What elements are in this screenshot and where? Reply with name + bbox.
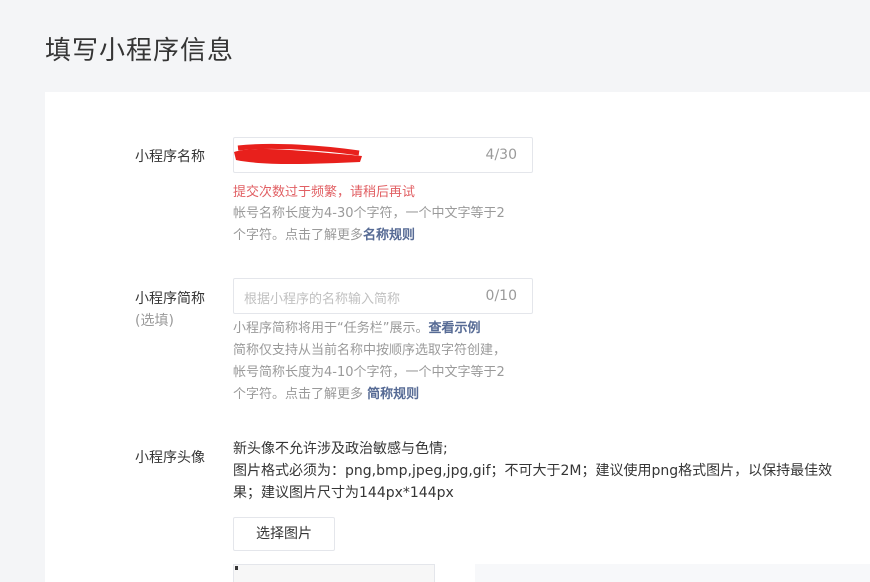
short-name-counter: 0/10	[485, 288, 517, 304]
short-name-hint-text2: 个字符。点击了解更多	[233, 387, 368, 402]
avatar-preview-large	[475, 564, 870, 582]
avatar-label: 小程序头像	[135, 450, 205, 466]
name-hint-text: 个字符。点击了解更多	[233, 228, 364, 243]
avatar-description: 新头像不允许涉及政治敏感与色情; 图片格式必须为：png,bmp,jpeg,jp…	[233, 438, 853, 504]
preview-marker	[235, 566, 238, 570]
short-name-hint-line4: 个字符。点击了解更多 简称规则	[233, 384, 506, 406]
name-hint-line2: 个字符。点击了解更多名称规则	[233, 225, 505, 247]
name-counter: 4/30	[485, 147, 517, 163]
name-hint-line1: 帐号名称长度为4-30个字符，一个中文字等于2	[233, 206, 505, 221]
short-name-hint-text: 小程序简称将用于“任务栏”展示。	[233, 321, 429, 336]
short-name-label: 小程序简称	[135, 291, 205, 307]
name-error: 提交次数过于频繁，请稍后再试	[233, 185, 416, 200]
name-rules-link[interactable]: 名称规则	[363, 228, 415, 243]
name-label: 小程序名称	[135, 149, 205, 165]
avatar-desc-line2: 图片格式必须为：png,bmp,jpeg,jpg,gif；不可大于2M；建议使用…	[233, 463, 833, 479]
short-name-hint-line1: 小程序简称将用于“任务栏”展示。查看示例	[233, 318, 506, 340]
name-hint: 帐号名称长度为4-30个字符，一个中文字等于2 个字符。点击了解更多名称规则	[233, 203, 505, 247]
page-title: 填写小程序信息	[45, 36, 235, 66]
avatar-desc-line3: 果；建议图片尺寸为144px*144px	[233, 485, 454, 501]
view-example-link[interactable]: 查看示例	[428, 321, 480, 336]
short-name-placeholder: 根据小程序的名称输入简称	[244, 292, 401, 307]
short-name-rules-link[interactable]: 简称规则	[367, 387, 419, 402]
optional-label: (选填)	[135, 313, 174, 329]
form-panel: 小程序名称 4/30 提交次数过于频繁，请稍后再试 帐号名称长度为4-30个字符…	[45, 92, 870, 582]
short-name-hint-line2: 简称仅支持从当前名称中按顺序选取字符创建，	[233, 343, 507, 358]
short-name-input[interactable]: 根据小程序的名称输入简称 0/10	[233, 278, 533, 314]
short-name-hint: 小程序简称将用于“任务栏”展示。查看示例 简称仅支持从当前名称中按顺序选取字符创…	[233, 318, 506, 406]
redaction-scribble	[234, 143, 362, 164]
avatar-preview	[233, 564, 435, 582]
select-image-button[interactable]: 选择图片	[233, 517, 335, 551]
name-input[interactable]: 4/30	[233, 137, 533, 173]
short-name-hint-line3: 帐号简称长度为4-10个字符，一个中文字等于2	[233, 365, 505, 380]
avatar-desc-line1: 新头像不允许涉及政治敏感与色情;	[233, 441, 448, 457]
